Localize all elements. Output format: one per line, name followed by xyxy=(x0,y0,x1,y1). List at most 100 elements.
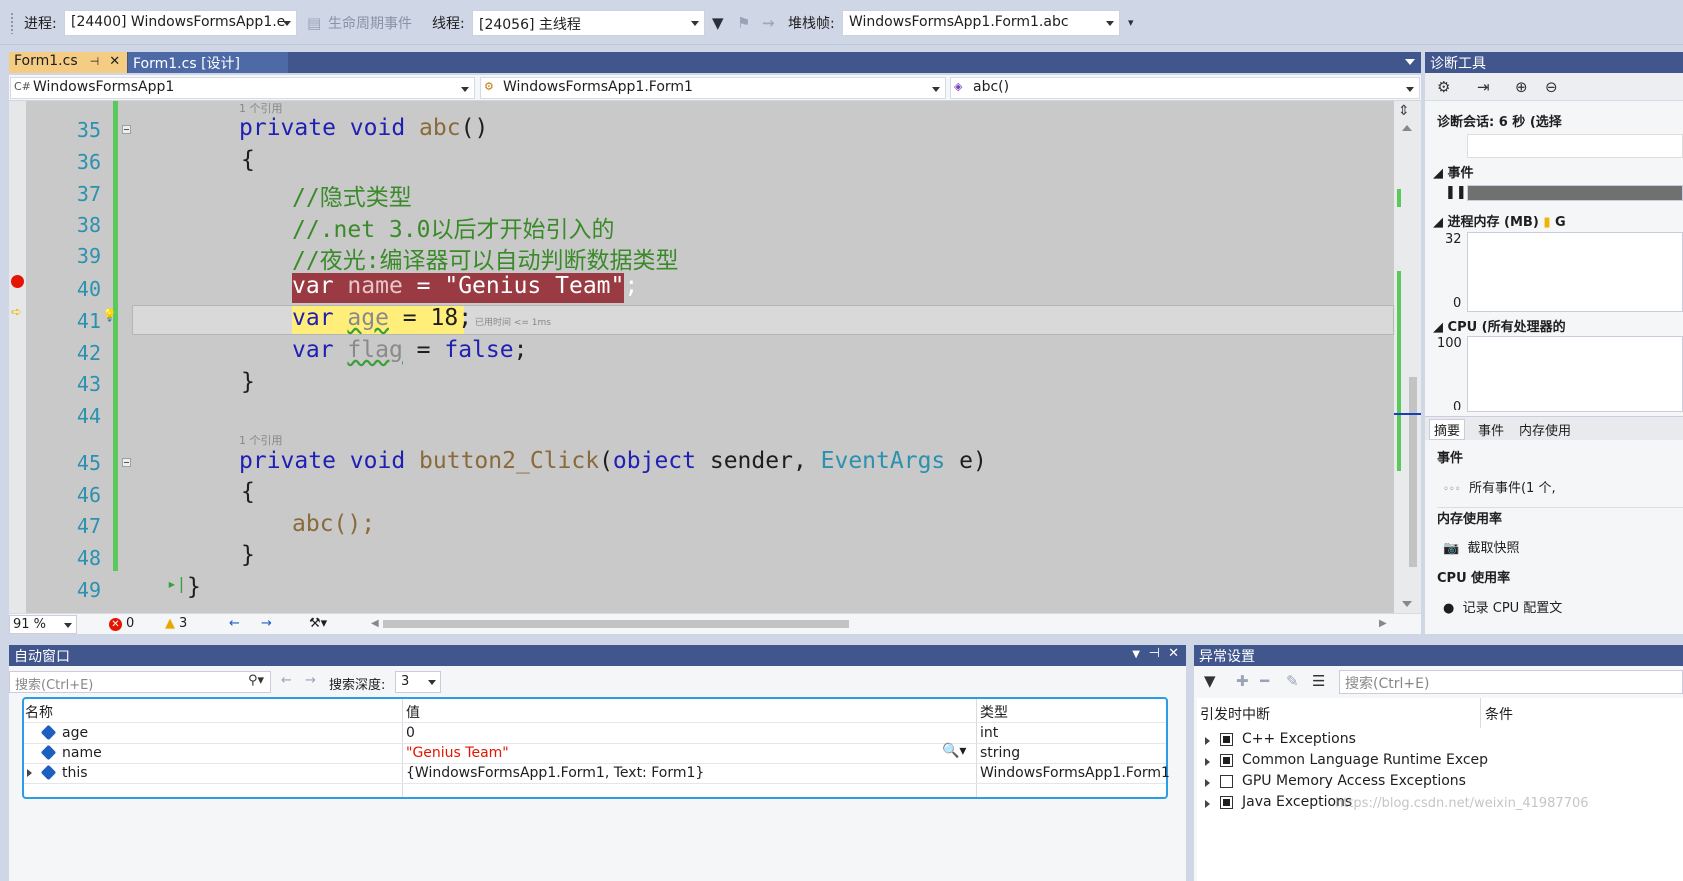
change-marker xyxy=(1397,271,1401,471)
close-icon[interactable]: ✕ xyxy=(109,54,120,69)
scroll-up-icon[interactable] xyxy=(1402,125,1412,131)
perf-tip[interactable]: 已用时间 <= 1ms xyxy=(475,315,551,328)
zoom-out-icon[interactable]: ⊖ xyxy=(1545,78,1558,96)
codelens-references[interactable]: 1 个引用 xyxy=(239,101,283,116)
previous-issue-icon[interactable]: ← xyxy=(229,616,240,631)
add-icon[interactable]: ✚ xyxy=(1236,672,1249,690)
table-row[interactable]: age 0 int xyxy=(24,723,1166,742)
row-type: string xyxy=(980,745,1021,761)
code-line-43: } xyxy=(241,369,255,395)
expand-icon[interactable] xyxy=(27,769,32,777)
tab-summary[interactable]: 摘要 xyxy=(1429,419,1466,440)
tab-form1-cs[interactable]: Form1.cs ⊣ ✕ xyxy=(9,52,127,73)
row-value[interactable]: "Genius Team" xyxy=(406,745,509,761)
memory-graph[interactable] xyxy=(1467,232,1683,312)
settings-icon[interactable]: ⚙ xyxy=(1437,78,1450,96)
expand-icon[interactable] xyxy=(1205,779,1210,787)
column-header-conditions[interactable]: 条件 xyxy=(1485,704,1513,724)
remove-icon[interactable]: ━ xyxy=(1260,672,1269,690)
record-cpu-button[interactable]: ● 记录 CPU 配置文 xyxy=(1443,597,1683,616)
exception-category-row[interactable]: C++ Exceptions xyxy=(1197,731,1683,752)
column-header-name[interactable]: 名称 xyxy=(25,702,53,722)
exception-category-row[interactable]: Common Language Runtime Excep xyxy=(1197,752,1683,773)
show-only-flagged-icon[interactable]: ⇝ xyxy=(762,14,775,32)
tab-memory-usage[interactable]: 内存使用 xyxy=(1519,420,1571,439)
expand-icon[interactable] xyxy=(1205,758,1210,766)
exception-search-input[interactable]: 搜索(Ctrl+E) xyxy=(1339,670,1683,694)
member-dropdown[interactable]: ◈ abc() xyxy=(950,77,1420,99)
type-dropdown[interactable]: ⚙ WindowsFormsApp1.Form1 xyxy=(480,77,946,99)
zoom-in-icon[interactable]: ⊕ xyxy=(1515,78,1528,96)
lightbulb-icon[interactable]: 💡 xyxy=(102,308,117,322)
code-editor[interactable]: ➪ 35 36 37 38 39 40 41 42 43 44 45 46 47… xyxy=(9,101,1394,613)
events-track[interactable] xyxy=(1467,185,1683,201)
column-header-type[interactable]: 类型 xyxy=(980,702,1008,722)
search-forward-icon[interactable]: → xyxy=(305,673,316,688)
tab-overflow-icon[interactable] xyxy=(1405,59,1415,65)
table-row[interactable]: this {WindowsFormsApp1.Form1, Text: Form… xyxy=(24,763,1170,782)
checkbox[interactable] xyxy=(1220,733,1233,746)
editor-vertical-scrollbar[interactable]: ⇕ xyxy=(1394,101,1421,613)
edit-condition-icon[interactable]: ✎ xyxy=(1286,672,1299,690)
close-icon[interactable]: ✕ xyxy=(1168,646,1179,661)
timeline-ruler[interactable] xyxy=(1467,134,1683,158)
cpu-graph[interactable] xyxy=(1467,336,1683,412)
filter-icon[interactable]: ▼ xyxy=(712,14,724,32)
warning-count[interactable]: ▲ 3 xyxy=(165,616,187,631)
export-icon[interactable]: ⇥ xyxy=(1477,78,1490,96)
toolbar-grip[interactable] xyxy=(10,12,14,34)
column-header-value[interactable]: 值 xyxy=(406,702,420,722)
window-menu-icon[interactable]: ▼ xyxy=(1132,649,1140,660)
column-divider[interactable] xyxy=(1480,698,1481,728)
events-section[interactable]: ◢ 事件 xyxy=(1433,162,1683,181)
error-count[interactable]: ✕ 0 xyxy=(109,616,134,631)
autos-search-input[interactable]: 搜索(Ctrl+E) ⚲▾ xyxy=(9,671,271,693)
checkbox[interactable] xyxy=(1220,754,1233,767)
cpu-section[interactable]: ◢ CPU (所有处理器的 xyxy=(1433,316,1683,335)
scroll-left-icon[interactable]: ◀ xyxy=(371,618,379,629)
tab-form1-designer[interactable]: Form1.cs [设计] xyxy=(128,52,288,73)
search-icon[interactable]: ⚲▾ xyxy=(248,673,264,688)
take-snapshot-button[interactable]: 📷 截取快照 xyxy=(1443,537,1683,556)
thread-dropdown[interactable]: [24056] 主线程 xyxy=(472,10,705,36)
scroll-thumb[interactable] xyxy=(383,620,849,628)
checkbox[interactable] xyxy=(1220,796,1233,809)
codelens-references[interactable]: 1 个引用 xyxy=(239,432,283,448)
split-window-icon[interactable]: ⇕ xyxy=(1398,103,1410,119)
table-row[interactable]: name "Genius Team" 🔍▾ string xyxy=(24,743,1166,762)
search-depth-dropdown[interactable]: 3 xyxy=(395,671,441,693)
editor-horizontal-scrollbar[interactable] xyxy=(383,618,1393,630)
breakpoint-icon[interactable] xyxy=(11,275,24,288)
all-events-link[interactable]: ◦◦◦ 所有事件(1 个, xyxy=(1443,477,1683,496)
search-back-icon[interactable]: ← xyxy=(281,673,292,688)
scroll-right-icon[interactable]: ▶ xyxy=(1379,618,1387,629)
pin-icon[interactable]: ⊣ xyxy=(1149,646,1160,661)
filter-icon[interactable]: ▼ xyxy=(1204,672,1216,690)
memory-section[interactable]: ◢ 进程内存 (MB) ▮ G xyxy=(1433,211,1683,230)
scroll-down-icon[interactable] xyxy=(1402,601,1412,607)
collapse-icon[interactable] xyxy=(122,458,131,467)
pin-icon[interactable]: ⊣ xyxy=(90,55,100,68)
project-dropdown[interactable]: C# WindowsFormsApp1 xyxy=(10,77,475,99)
indicator-margin[interactable] xyxy=(9,101,26,613)
zoom-dropdown[interactable]: 91 % xyxy=(9,615,77,634)
row-value[interactable]: {WindowsFormsApp1.Form1, Text: Form1} xyxy=(406,765,704,781)
expand-icon[interactable] xyxy=(1205,800,1210,808)
stackframe-dropdown[interactable]: WindowsFormsApp1.Form1.abc xyxy=(842,10,1120,36)
tab-events[interactable]: 事件 xyxy=(1478,420,1504,439)
restore-defaults-icon[interactable]: ☰ xyxy=(1312,672,1325,690)
scroll-thumb[interactable] xyxy=(1409,377,1417,567)
text-visualizer-icon[interactable]: 🔍▾ xyxy=(942,743,966,759)
collapse-icon[interactable] xyxy=(122,125,131,134)
toolbar-overflow-icon[interactable]: ▾ xyxy=(1128,16,1134,29)
lifecycle-events-dropdown[interactable]: 生命周期事件 xyxy=(328,13,412,33)
checkbox[interactable] xyxy=(1220,775,1233,788)
cleanup-icon[interactable]: ⚒▾ xyxy=(309,616,327,631)
row-value[interactable]: 0 xyxy=(406,725,415,741)
exception-category-row[interactable]: GPU Memory Access Exceptions xyxy=(1197,773,1683,794)
flag-thread-icon[interactable]: ⚑ xyxy=(737,14,750,32)
expand-icon[interactable] xyxy=(1205,737,1210,745)
column-header-break-when-thrown[interactable]: 引发时中断 xyxy=(1200,704,1270,724)
process-dropdown[interactable]: [24400] WindowsFormsApp1.e xyxy=(64,10,297,36)
next-issue-icon[interactable]: → xyxy=(261,616,272,631)
